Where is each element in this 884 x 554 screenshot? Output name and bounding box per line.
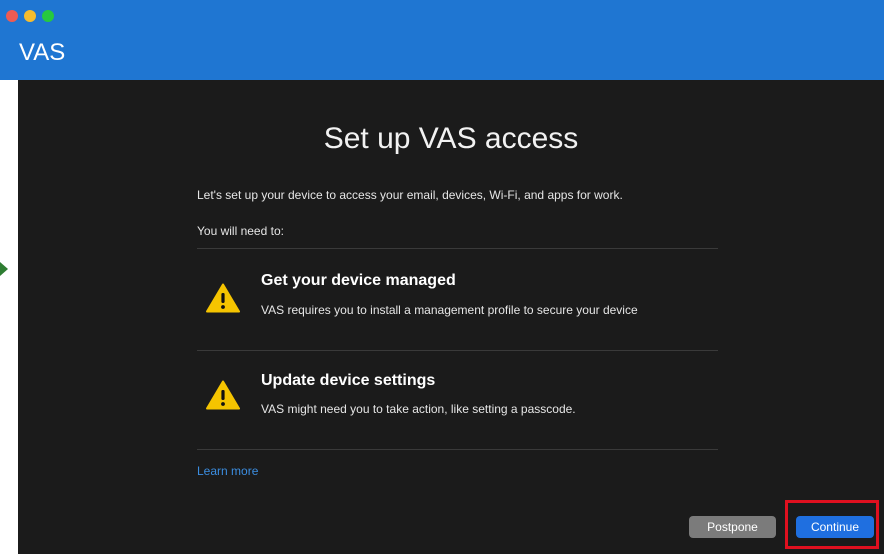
maximize-window-button[interactable]	[42, 10, 54, 22]
arrow-pointer-icon	[0, 262, 8, 276]
warning-icon	[206, 283, 240, 313]
requirement-description: VAS requires you to install a management…	[261, 303, 638, 317]
close-window-button[interactable]	[6, 10, 18, 22]
app-title: VAS	[19, 39, 66, 66]
divider	[197, 248, 718, 249]
intro-text: Let's set up your device to access your …	[197, 188, 623, 202]
minimize-window-button[interactable]	[24, 10, 36, 22]
requirement-description: VAS might need you to take action, like …	[261, 402, 576, 416]
requirement-title: Get your device managed	[261, 272, 456, 289]
title-bar: VAS	[0, 0, 884, 80]
divider	[197, 449, 718, 450]
requirements-label: You will need to:	[197, 224, 284, 238]
highlight-box	[785, 500, 879, 549]
requirement-title: Update device settings	[261, 372, 436, 389]
learn-more-link[interactable]: Learn more	[197, 464, 258, 478]
divider	[197, 350, 718, 351]
page-title: Set up VAS access	[323, 122, 579, 155]
app-window: VAS Set up VAS access Let's set up your …	[0, 0, 884, 554]
postpone-button[interactable]: Postpone	[689, 516, 776, 538]
warning-icon	[206, 380, 240, 410]
